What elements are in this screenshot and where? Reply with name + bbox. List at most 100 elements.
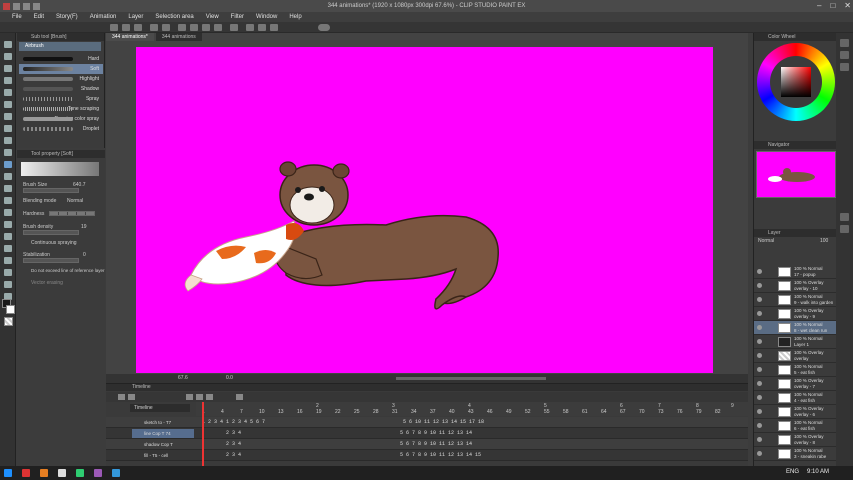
eraser-tool-icon[interactable] [4, 185, 12, 192]
stabilization-slider[interactable] [23, 258, 79, 263]
menu-filter[interactable]: Filter [225, 12, 250, 22]
brush-running-color-spray[interactable]: Running color spray [19, 114, 103, 124]
eye-icon[interactable] [757, 325, 762, 330]
brush-spray[interactable]: Spray [19, 94, 103, 104]
eye-icon[interactable] [757, 423, 762, 428]
horizontal-scrollbar[interactable] [396, 377, 546, 380]
taskbar-app-icon[interactable] [76, 469, 84, 477]
eye-icon[interactable] [757, 353, 762, 358]
layer-item[interactable]: 100 % Overlay overlay - 9 [754, 307, 837, 321]
brush-shadow[interactable]: Shadow [19, 84, 103, 94]
fill-tool-icon[interactable] [4, 209, 12, 216]
snap-special-ruler-icon[interactable] [270, 24, 278, 31]
zoom-tool-icon[interactable] [4, 41, 12, 48]
menu-selection-area[interactable]: Selection area [149, 12, 199, 22]
brush-size-value[interactable]: 640.7 [73, 182, 86, 188]
intermediate-color-icon[interactable] [840, 63, 849, 71]
minimize-button[interactable]: – [817, 1, 821, 10]
transform-icon[interactable] [230, 24, 238, 31]
menu-story[interactable]: Story(F) [50, 12, 84, 22]
doc-tab[interactable]: 344 animations [155, 33, 202, 41]
eye-icon[interactable] [757, 297, 762, 302]
layer-item[interactable]: 100 % Overlay overlay - 6 [754, 405, 837, 419]
close-button[interactable]: ✕ [844, 1, 851, 10]
new-animation-folder-icon[interactable] [118, 394, 125, 400]
pencil-tool-icon[interactable] [4, 137, 12, 144]
eye-icon[interactable] [757, 311, 762, 316]
move-tool-icon[interactable] [4, 53, 12, 60]
brush-density-value[interactable]: 19 [81, 224, 87, 230]
selection-tool-icon[interactable] [4, 89, 12, 96]
saturation-value-square[interactable] [781, 67, 811, 97]
layer-item[interactable]: 100 % Overlay overlay - 7 [754, 377, 837, 391]
brush-highlight[interactable]: Highlight [19, 74, 103, 84]
blending-mode-select[interactable]: Normal [67, 198, 83, 204]
angle-value[interactable]: 0.0 [226, 375, 233, 381]
taskbar-app-icon[interactable] [22, 469, 30, 477]
doc-tab-active[interactable]: 344 animations* [106, 33, 154, 41]
figure-tool-icon[interactable] [4, 233, 12, 240]
hardness-slider[interactable] [49, 211, 95, 216]
language-indicator[interactable]: ENG [786, 469, 799, 475]
operation-tool-icon[interactable] [4, 65, 12, 72]
open-icon[interactable] [122, 24, 130, 31]
delete-icon[interactable] [178, 24, 186, 31]
text-tool-icon[interactable] [4, 269, 12, 276]
layer-item[interactable]: 100 % Normal 9 - walk into garden [754, 293, 837, 307]
layer-item[interactable]: 100 % Normal Layer 1 [754, 335, 837, 349]
clear-selection-icon[interactable] [190, 24, 198, 31]
navigator-preview[interactable] [756, 151, 836, 198]
save-icon[interactable] [134, 24, 142, 31]
layer-item[interactable]: 100 % Normal 6 - eat fish [754, 419, 837, 433]
eye-icon[interactable] [757, 339, 762, 344]
eye-icon[interactable] [757, 451, 762, 456]
continuous-spraying-checkbox[interactable]: Continuous spraying [31, 240, 77, 246]
sub-tool-group-tab[interactable]: Airbrush [19, 42, 101, 51]
decoration-tool-icon[interactable] [4, 173, 12, 180]
zoom-value[interactable]: 67.6 [178, 375, 188, 381]
no-exceed-checkbox[interactable]: Do not exceed line of reference layer [31, 268, 105, 273]
layer-item[interactable]: 100 % Normal 4 - eat fish [754, 391, 837, 405]
brush-tone-scraping[interactable]: Tone scraping [19, 104, 103, 114]
prev-frame-icon[interactable] [186, 394, 193, 400]
eye-icon[interactable] [757, 367, 762, 372]
play-icon[interactable] [196, 394, 203, 400]
search-layer-icon[interactable] [840, 225, 849, 233]
timeline-name-field[interactable]: Timeline [130, 404, 190, 412]
layer-item[interactable]: 100 % Normal 8 - wet clean run [754, 321, 837, 335]
taskbar-clock[interactable]: 9:10 AM [807, 469, 829, 475]
frame-tool-icon[interactable] [4, 245, 12, 252]
gradient-tool-icon[interactable] [4, 221, 12, 228]
menu-window[interactable]: Window [250, 12, 283, 22]
eye-icon[interactable] [757, 283, 762, 288]
invert-selection-icon[interactable] [214, 24, 222, 31]
brush-size-slider[interactable] [23, 188, 79, 193]
airbrush-tool-icon[interactable] [4, 161, 12, 168]
menu-help[interactable]: Help [283, 12, 307, 22]
color-set-icon[interactable] [840, 51, 849, 59]
eye-icon[interactable] [757, 381, 762, 386]
eyedropper-icon[interactable] [4, 113, 12, 120]
layer-item[interactable]: 100 % Normal 3 - sneakin rabe [754, 447, 837, 461]
balloon-tool-icon[interactable] [4, 281, 12, 288]
move-layer-icon[interactable] [4, 77, 12, 84]
brush-density-slider[interactable] [23, 230, 79, 235]
menu-view[interactable]: View [200, 12, 225, 22]
taskbar-app-icon[interactable] [94, 469, 102, 477]
pen-tool-icon[interactable] [4, 125, 12, 132]
layer-opacity-value[interactable]: 100 [820, 238, 828, 244]
eye-icon[interactable] [757, 269, 762, 274]
snap-grid-icon[interactable] [258, 24, 266, 31]
menu-animation[interactable]: Animation [84, 12, 123, 22]
eye-icon[interactable] [757, 395, 762, 400]
layer-item[interactable]: 100 % Overlay overlay - 8 [754, 433, 837, 447]
menu-layer[interactable]: Layer [122, 12, 149, 22]
ruler-tool-icon[interactable] [4, 257, 12, 264]
sub-color-swatch[interactable] [6, 305, 15, 314]
eye-icon[interactable] [757, 437, 762, 442]
brush-soft[interactable]: Soft [19, 64, 103, 74]
playhead[interactable] [202, 402, 204, 467]
taskbar-app-icon[interactable] [40, 469, 48, 477]
stabilization-value[interactable]: 0 [83, 252, 86, 258]
vector-erasing-checkbox[interactable]: Vector erasing [31, 280, 63, 286]
